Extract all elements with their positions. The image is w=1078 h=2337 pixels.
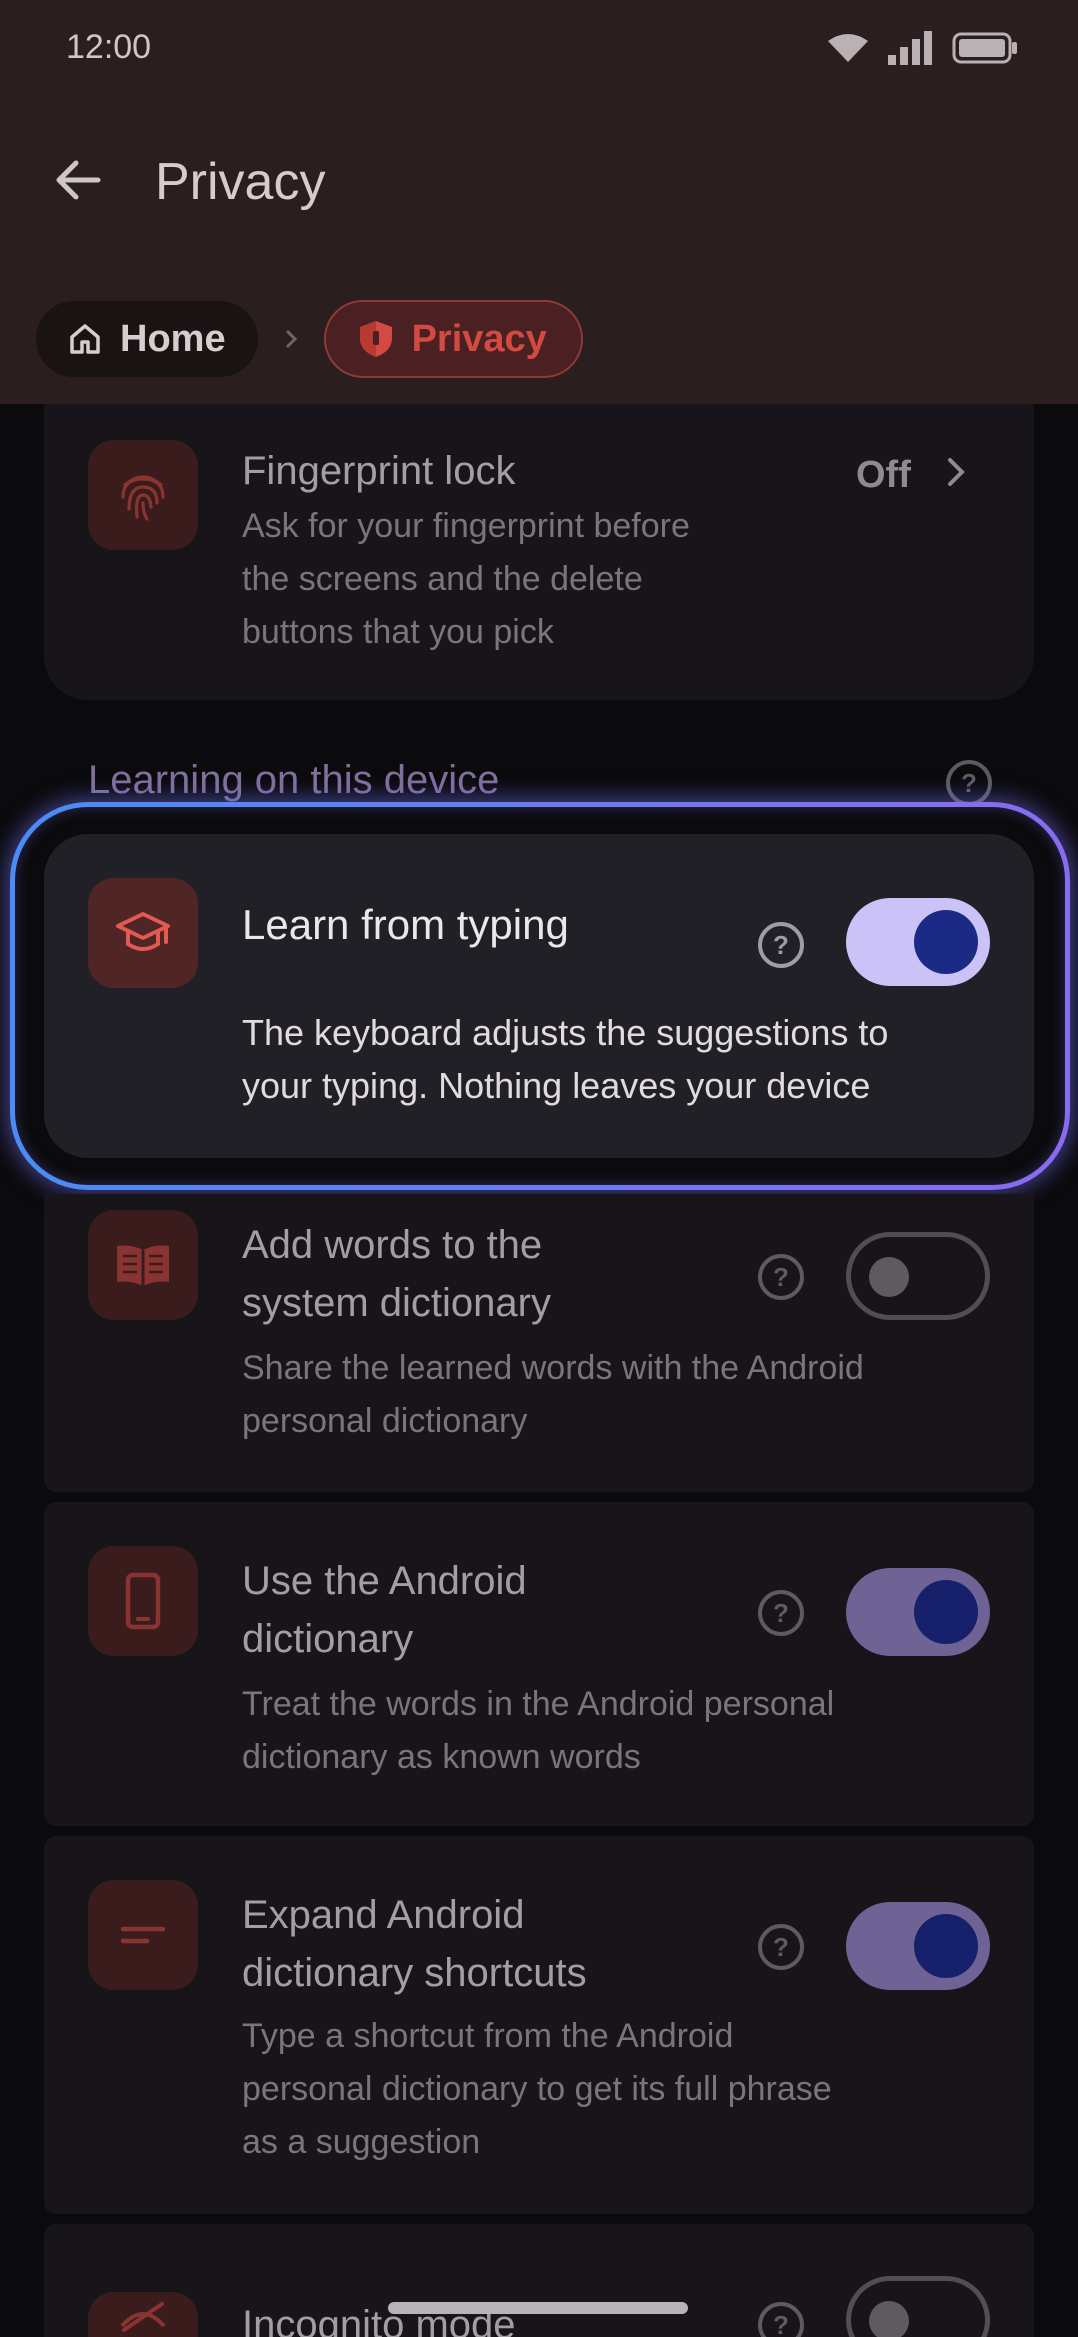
learn-from-typing-toggle[interactable]: [846, 898, 990, 986]
book-icon-box: [88, 1210, 198, 1320]
section-title: Learning on this device: [88, 758, 500, 802]
desc-line: your typing. Nothing leaves your device: [242, 1065, 871, 1106]
title-line: system dictionary: [242, 1281, 551, 1325]
learn-from-typing-desc: The keyboard adjusts the suggestions to …: [242, 1006, 888, 1112]
desc-line: dictionary as known words: [242, 1738, 641, 1776]
desc-line: the screens and the delete: [242, 560, 643, 598]
school-icon-box: [88, 878, 198, 988]
breadcrumb-home-label: Home: [120, 317, 226, 360]
desc-line: Type a shortcut from the Android: [242, 2017, 734, 2055]
fingerprint-lock-title: Fingerprint lock: [242, 449, 516, 493]
help-icon[interactable]: ?: [944, 758, 994, 808]
help-icon[interactable]: ?: [756, 1922, 806, 1972]
android-dictionary-card[interactable]: Use the Android dictionary ? Treat the w…: [44, 1502, 1034, 1826]
expand-shortcuts-desc: Type a shortcut from the Android persona…: [242, 2010, 832, 2169]
shield-icon: [359, 321, 392, 357]
incognito-card[interactable]: Incognito mode ?: [44, 2224, 1034, 2337]
fingerprint-lock-desc: Ask for your fingerprint before the scre…: [242, 500, 690, 659]
toggle-knob: [914, 910, 978, 974]
app-header: 12:00 Privacy Home Privacy: [0, 0, 1078, 404]
svg-text:?: ?: [773, 1932, 789, 1962]
desc-line: The keyboard adjusts the suggestions to: [242, 1012, 889, 1053]
breadcrumb: Home Privacy: [36, 300, 583, 378]
title-line: Add words to the: [242, 1223, 543, 1267]
fingerprint-lock-card[interactable]: Fingerprint lock Ask for your fingerprin…: [44, 404, 1034, 700]
toggle-knob: [869, 2301, 909, 2337]
title-line: dictionary shortcuts: [242, 1951, 587, 1995]
help-icon[interactable]: ?: [756, 920, 806, 970]
breadcrumb-home[interactable]: Home: [36, 301, 258, 377]
expand-shortcuts-card[interactable]: Expand Android dictionary shortcuts ? Ty…: [44, 1836, 1034, 2214]
home-indicator[interactable]: [388, 2302, 688, 2314]
chevron-right-icon: [948, 458, 965, 486]
battery-icon: [952, 32, 1017, 64]
svg-text:?: ?: [773, 930, 789, 960]
android-dictionary-title: Use the Android dictionary: [242, 1552, 527, 1668]
short-text-icon: [121, 1926, 165, 1944]
short-text-icon-box: [88, 1880, 198, 1990]
page-title: Privacy: [155, 153, 326, 211]
desc-line: Treat the words in the Android personal: [242, 1685, 835, 1723]
title-line: Expand Android: [242, 1893, 525, 1937]
toggle-knob: [914, 1914, 978, 1978]
android-dictionary-desc: Treat the words in the Android personal …: [242, 1678, 834, 1784]
desc-line: Share the learned words with the Android: [242, 1349, 864, 1387]
wifi-icon: [828, 34, 868, 62]
desc-line: Ask for your fingerprint before: [242, 507, 690, 545]
graduation-cap-icon: [116, 912, 170, 951]
svg-text:?: ?: [773, 1598, 789, 1628]
status-icons: [828, 28, 1018, 68]
learn-from-typing-card[interactable]: Learn from typing ? The keyboard adjusts…: [44, 834, 1034, 1158]
help-icon[interactable]: ?: [756, 1588, 806, 1638]
help-icon[interactable]: ?: [756, 1252, 806, 1302]
visibility-off-icon: [120, 2302, 166, 2332]
fingerprint-lock-value: Off: [856, 454, 911, 496]
desc-line: buttons that you pick: [242, 613, 554, 651]
phone-icon: [125, 1572, 161, 1630]
android-dictionary-toggle[interactable]: [846, 1568, 990, 1656]
svg-text:?: ?: [773, 2310, 789, 2337]
toggle-knob: [869, 1257, 909, 1297]
svg-text:?: ?: [961, 768, 977, 798]
svg-text:?: ?: [773, 1262, 789, 1292]
desc-line: personal dictionary: [242, 1402, 528, 1440]
add-words-desc: Share the learned words with the Android…: [242, 1342, 864, 1448]
incognito-icon-box: [88, 2292, 198, 2337]
expand-shortcuts-toggle[interactable]: [846, 1902, 990, 1990]
chevron-right-icon: [285, 329, 297, 349]
breadcrumb-privacy[interactable]: Privacy: [323, 300, 583, 378]
add-words-toggle[interactable]: [846, 1232, 990, 1320]
fingerprint-icon: [121, 475, 165, 521]
phone-icon-box: [88, 1546, 198, 1656]
add-words-title: Add words to the system dictionary: [242, 1216, 551, 1332]
book-open-icon: [117, 1245, 169, 1286]
back-arrow-icon[interactable]: [48, 150, 108, 210]
learn-from-typing-title: Learn from typing: [242, 901, 569, 948]
expand-shortcuts-title: Expand Android dictionary shortcuts: [242, 1886, 587, 2002]
status-time: 12:00: [66, 28, 152, 66]
incognito-toggle[interactable]: [846, 2276, 990, 2337]
fingerprint-icon-box: [88, 440, 198, 550]
help-icon[interactable]: ?: [756, 2300, 806, 2337]
title-line: dictionary: [242, 1617, 414, 1661]
desc-line: as a suggestion: [242, 2123, 481, 2161]
signal-icon: [888, 31, 932, 65]
add-words-card[interactable]: Add words to the system dictionary ? Sha…: [44, 1194, 1034, 1492]
toggle-knob: [914, 1580, 978, 1644]
title-line: Use the Android: [242, 1559, 527, 1603]
breadcrumb-privacy-label: Privacy: [411, 317, 547, 360]
home-icon: [70, 324, 100, 354]
desc-line: personal dictionary to get its full phra…: [242, 2070, 832, 2108]
